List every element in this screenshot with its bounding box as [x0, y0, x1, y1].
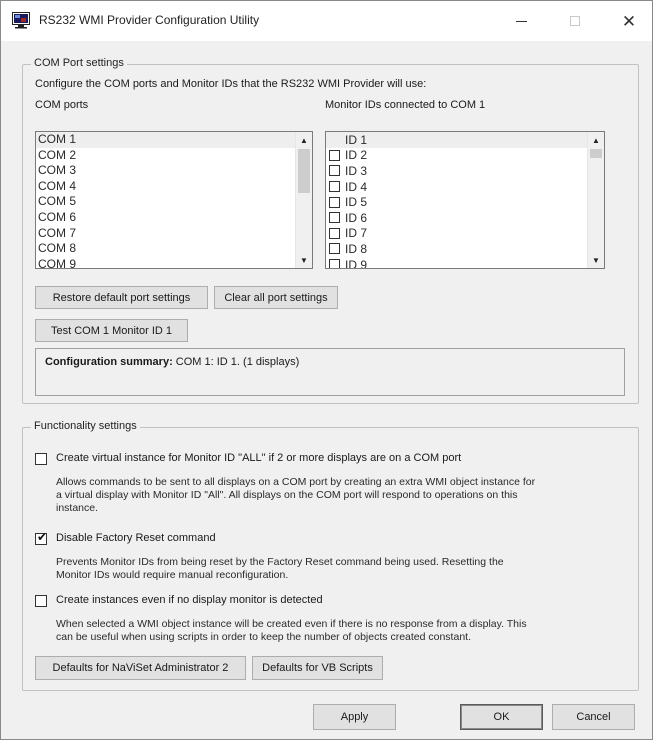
- monitor-id-item[interactable]: ID 3: [326, 163, 587, 179]
- defaults-naviset-administrator-button[interactable]: Defaults for NaViSet Administrator 2: [35, 656, 246, 680]
- monitor-id-label: ID 6: [345, 210, 368, 225]
- com-port-item[interactable]: COM 1: [36, 132, 295, 148]
- monitor-id-checkbox[interactable]: [329, 259, 340, 268]
- maximize-icon: [570, 16, 580, 26]
- scroll-up-icon[interactable]: ▲: [296, 132, 312, 148]
- com-port-item[interactable]: COM 3: [36, 163, 295, 179]
- functionality-settings-label: Functionality settings: [31, 420, 140, 432]
- com-intro-text: Configure the COM ports and Monitor IDs …: [35, 78, 427, 90]
- monitor-id-checkbox[interactable]: [329, 149, 340, 161]
- monitor-id-item[interactable]: ID 8: [326, 241, 587, 257]
- monitor-id-label: ID 1: [345, 132, 368, 147]
- monitor-id-item[interactable]: ID 9: [326, 257, 587, 269]
- monitor-id-item[interactable]: ID 5: [326, 194, 587, 210]
- com-port-settings-group: COM Port settings Configure the COM port…: [22, 57, 639, 404]
- com-port-item[interactable]: COM 2: [36, 148, 295, 164]
- create-instances-description-line: can be useful when using scripts in orde…: [56, 631, 471, 643]
- apply-button[interactable]: Apply: [313, 704, 396, 730]
- com-port-item[interactable]: COM 9: [36, 257, 295, 268]
- title-bar[interactable]: RS232 WMI Provider Configuration Utility…: [1, 1, 652, 41]
- close-icon: ✕: [621, 11, 637, 31]
- com-ports-scrollbar[interactable]: ▲ ▼: [295, 132, 312, 268]
- disable-factory-reset-label[interactable]: Disable Factory Reset command: [56, 532, 216, 544]
- monitor-id-checkbox[interactable]: [329, 212, 340, 224]
- monitor-id-checkbox[interactable]: [329, 181, 340, 193]
- disable-factory-reset-description-line: Monitor IDs would require manual reconfi…: [56, 569, 289, 581]
- monitor-id-label: ID 2: [345, 148, 368, 163]
- monitor-id-label: ID 3: [345, 163, 368, 178]
- monitor-id-item[interactable]: ID 1: [326, 132, 587, 148]
- clear-all-port-settings-button[interactable]: Clear all port settings: [214, 286, 338, 309]
- disable-factory-reset-checkbox[interactable]: ✔: [35, 530, 48, 545]
- monitor-id-checkbox[interactable]: [329, 196, 340, 208]
- com-port-item[interactable]: COM 8: [36, 241, 295, 257]
- defaults-vb-scripts-button[interactable]: Defaults for VB Scripts: [252, 656, 383, 680]
- minimize-button[interactable]: [498, 1, 544, 41]
- ok-button[interactable]: OK: [460, 704, 543, 730]
- restore-default-port-settings-button[interactable]: Restore default port settings: [35, 286, 208, 309]
- create-instances-label[interactable]: Create instances even if no display moni…: [56, 594, 323, 606]
- test-monitor-button[interactable]: Test COM 1 Monitor ID 1: [35, 319, 188, 342]
- configuration-summary-value: COM 1: ID 1. (1 displays): [172, 356, 300, 368]
- monitor-id-item[interactable]: ID 7: [326, 226, 587, 242]
- scroll-up-icon[interactable]: ▲: [588, 132, 604, 148]
- monitor-ids-list: ID 1 ID 2 ID 3 ID 4 ID 5 ID 6 ID 7 ID 8 ID 9: [326, 132, 587, 268]
- monitor-id-checkbox[interactable]: [329, 134, 340, 145]
- window-title: RS232 WMI Provider Configuration Utility: [39, 13, 260, 27]
- monitor-ids-label: Monitor IDs connected to COM 1: [325, 99, 486, 111]
- scroll-thumb[interactable]: [298, 149, 310, 193]
- virtual-instance-label[interactable]: Create virtual instance for Monitor ID "…: [56, 452, 461, 464]
- virtual-instance-description-line: Allows commands to be sent to all displa…: [56, 476, 536, 488]
- app-icon: [12, 12, 30, 29]
- monitor-id-label: ID 8: [345, 241, 368, 256]
- create-instances-checkbox[interactable]: [35, 595, 47, 607]
- functionality-settings-group: Functionality settings Create virtual in…: [22, 420, 639, 691]
- monitor-id-item[interactable]: ID 6: [326, 210, 587, 226]
- com-port-item[interactable]: COM 5: [36, 194, 295, 210]
- configuration-summary-box: Configuration summary: COM 1: ID 1. (1 d…: [35, 348, 625, 396]
- scroll-down-icon[interactable]: ▼: [296, 252, 312, 268]
- monitor-id-label: ID 9: [345, 257, 368, 269]
- monitor-id-item[interactable]: ID 4: [326, 179, 587, 195]
- monitor-id-label: ID 7: [345, 226, 368, 241]
- close-button[interactable]: ✕: [606, 1, 652, 41]
- monitor-id-checkbox[interactable]: [329, 227, 340, 239]
- monitor-id-checkbox[interactable]: [329, 165, 340, 177]
- monitor-id-label: ID 4: [345, 179, 368, 194]
- monitor-ids-scrollbar[interactable]: ▲ ▼: [587, 132, 604, 268]
- com-ports-listbox[interactable]: COM 1 COM 2 COM 3 COM 4 COM 5 COM 6 COM 7 COM 8…: [35, 131, 313, 269]
- disable-factory-reset-description-line: Prevents Monitor IDs from being reset by…: [56, 556, 504, 568]
- monitor-id-label: ID 5: [345, 195, 368, 210]
- scroll-thumb[interactable]: [590, 149, 602, 158]
- virtual-instance-description-line: instance.: [56, 502, 99, 514]
- maximize-button[interactable]: [552, 1, 598, 41]
- cancel-button[interactable]: Cancel: [552, 704, 635, 730]
- monitor-id-checkbox[interactable]: [329, 243, 340, 255]
- minimize-icon: [515, 20, 527, 22]
- configuration-summary-label: Configuration summary:: [45, 356, 173, 368]
- configuration-window: RS232 WMI Provider Configuration Utility…: [0, 0, 653, 740]
- com-ports-label: COM ports: [35, 99, 89, 111]
- com-ports-list: COM 1 COM 2 COM 3 COM 4 COM 5 COM 6 COM 7 COM 8…: [36, 132, 295, 268]
- virtual-instance-checkbox[interactable]: [35, 453, 47, 465]
- virtual-instance-description-line: a virtual display with Monitor ID "All".…: [56, 489, 518, 501]
- com-port-settings-label: COM Port settings: [31, 57, 127, 69]
- create-instances-description-line: When selected a WMI object instance will…: [56, 618, 527, 630]
- monitor-ids-listbox[interactable]: ID 1 ID 2 ID 3 ID 4 ID 5 ID 6 ID 7 ID 8 ID 9 ▲ ▼: [325, 131, 605, 269]
- com-port-item[interactable]: COM 4: [36, 179, 295, 195]
- check-icon: ✔: [37, 530, 48, 544]
- scroll-down-icon[interactable]: ▼: [588, 252, 604, 268]
- com-port-item[interactable]: COM 7: [36, 226, 295, 242]
- com-port-item[interactable]: COM 6: [36, 210, 295, 226]
- monitor-id-item[interactable]: ID 2: [326, 148, 587, 164]
- configuration-summary: Configuration summary: COM 1: ID 1. (1 d…: [45, 356, 299, 368]
